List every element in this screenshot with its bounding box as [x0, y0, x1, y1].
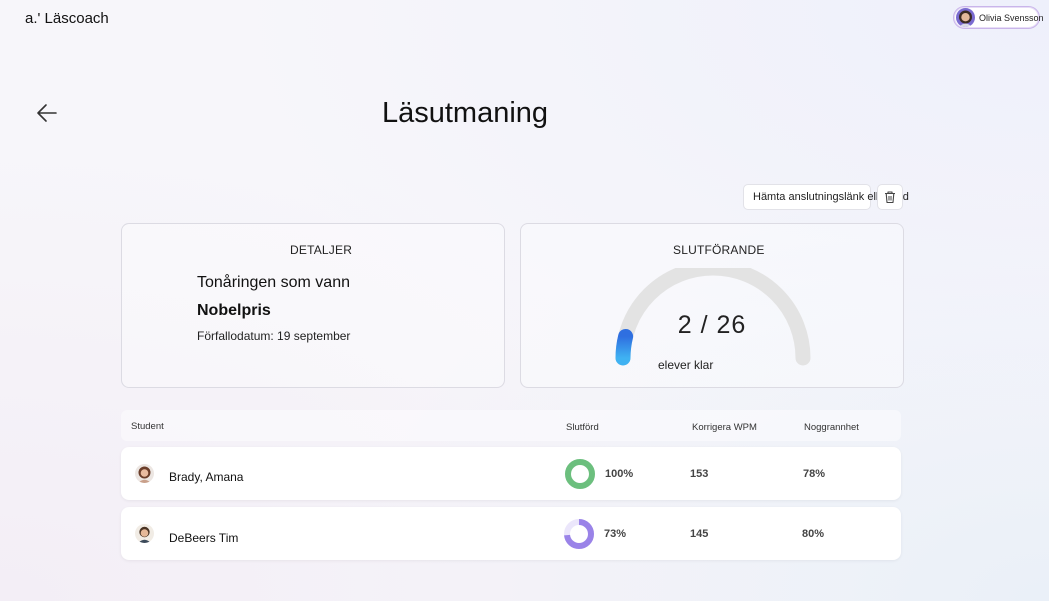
- user-name: Olivia Svensson: [979, 12, 1044, 23]
- book-title: Tonåringen som vann Nobelpris: [197, 269, 417, 325]
- due-date: Förfallodatum: 19 september: [197, 329, 351, 343]
- completion-ring: [564, 519, 594, 549]
- wpm-value: 145: [690, 528, 709, 540]
- column-header-completed[interactable]: Slutförd: [566, 422, 599, 433]
- student-name: DeBeers Tim: [169, 531, 239, 545]
- completion-caption: elever klar: [658, 358, 714, 372]
- wpm-value: 153: [690, 468, 709, 480]
- details-heading: DETALJER: [290, 243, 353, 257]
- get-join-link-button[interactable]: Hämta anslutningslänk eller kod: [743, 184, 909, 210]
- user-account-button[interactable]: Olivia Svensson: [953, 6, 1044, 29]
- completed-percent: 73%: [604, 528, 627, 540]
- book-title-line-2: Nobelpris: [197, 302, 271, 319]
- column-header-wpm[interactable]: Korrigera WPM: [692, 422, 757, 433]
- table-header: [121, 410, 901, 441]
- student-avatar: [135, 464, 154, 483]
- book-title-line-1: Tonåringen som vann: [197, 274, 350, 291]
- completed-percent: 100%: [605, 468, 634, 480]
- app-title: a.' Läscoach: [25, 10, 109, 27]
- gauge-fill: [615, 328, 634, 366]
- arrow-left-icon: [37, 104, 57, 122]
- student-avatar: [135, 524, 154, 543]
- page-title: Läsutmaning: [381, 97, 549, 129]
- back-button[interactable]: [33, 100, 61, 126]
- user-avatar: [956, 8, 975, 27]
- trash-icon: [885, 191, 895, 204]
- accuracy-value: 78%: [803, 468, 826, 480]
- column-header-student[interactable]: Student: [131, 421, 164, 432]
- student-name: Brady, Amana: [169, 470, 244, 484]
- delete-button[interactable]: [877, 184, 903, 210]
- accuracy-value: 80%: [802, 528, 825, 540]
- completion-count: 2 / 26: [677, 311, 747, 339]
- completion-ring: [565, 459, 595, 489]
- completion-heading: SLUTFÖRANDE: [673, 243, 765, 257]
- column-header-accuracy[interactable]: Noggrannhet: [804, 422, 859, 433]
